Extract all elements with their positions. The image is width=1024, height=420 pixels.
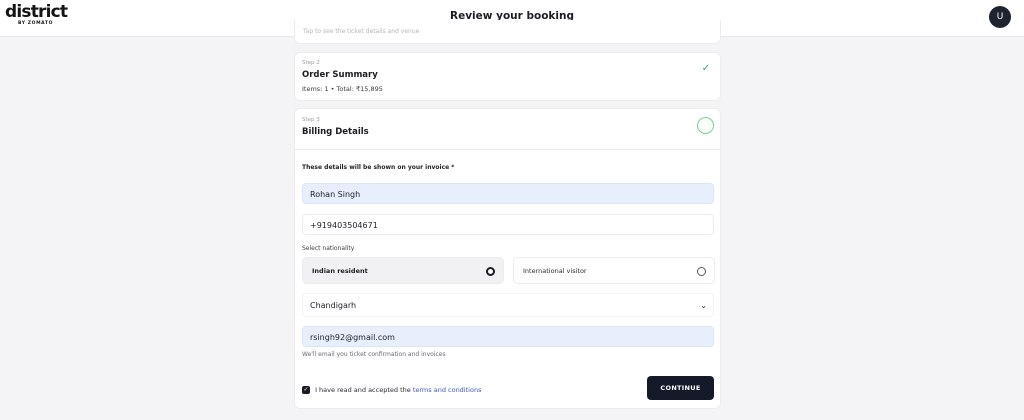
terms-consent[interactable]: ✓ I have read and accepted the terms and… [302,386,481,396]
consent-text: I have read and accepted the [315,386,411,394]
full-name-input[interactable]: Rohan Singh [302,183,714,204]
continue-button[interactable]: CONTINUE [647,376,714,400]
international-visitor-label: International visitor [523,267,587,275]
email-input[interactable]: rsingh92@gmail.com [302,326,714,347]
step-1-hint: Tap to see the ticket details and venue [303,28,420,35]
order-summary-card[interactable]: Step 2 Order Summary Items: 1 • Total: ₹… [294,52,721,101]
phone-input[interactable]: +919403504671 [302,214,714,235]
divider [295,149,720,150]
checkmark-icon: ✓ [701,63,711,74]
order-summary-title: Order Summary [302,70,378,80]
step-1-card[interactable]: Tap to see the ticket details and venue [294,20,721,44]
nationality-option-indian-resident[interactable]: Indian resident [302,257,504,284]
state-select-value: Chandigarh [310,301,357,310]
checkbox-checked-icon[interactable]: ✓ [302,386,310,394]
nationality-label: Select nationality [302,245,355,252]
radio-unselected-icon[interactable] [697,267,706,276]
billing-details-title: Billing Details [302,127,369,137]
billing-details-card: Step 3 Billing Details These details wil… [294,108,721,409]
indian-resident-label: Indian resident [312,267,368,275]
terms-link[interactable]: terms and conditions [413,386,482,394]
user-avatar[interactable]: U [989,6,1011,28]
step-2-label: Step 2 [302,60,320,66]
progress-circle-icon [697,117,714,134]
email-help-text: We'll email you ticket confirmation and … [302,351,446,358]
order-summary-total: Items: 1 • Total: ₹15,895 [302,85,383,93]
step-3-label: Step 3 [302,117,320,123]
invoice-note: These details will be shown on your invo… [302,164,455,171]
state-select[interactable]: Chandigarh ⌄ [302,293,714,317]
chevron-down-icon[interactable]: ⌄ [700,294,707,318]
nationality-option-international-visitor[interactable]: International visitor [513,257,715,284]
radio-selected-icon[interactable] [486,267,495,276]
